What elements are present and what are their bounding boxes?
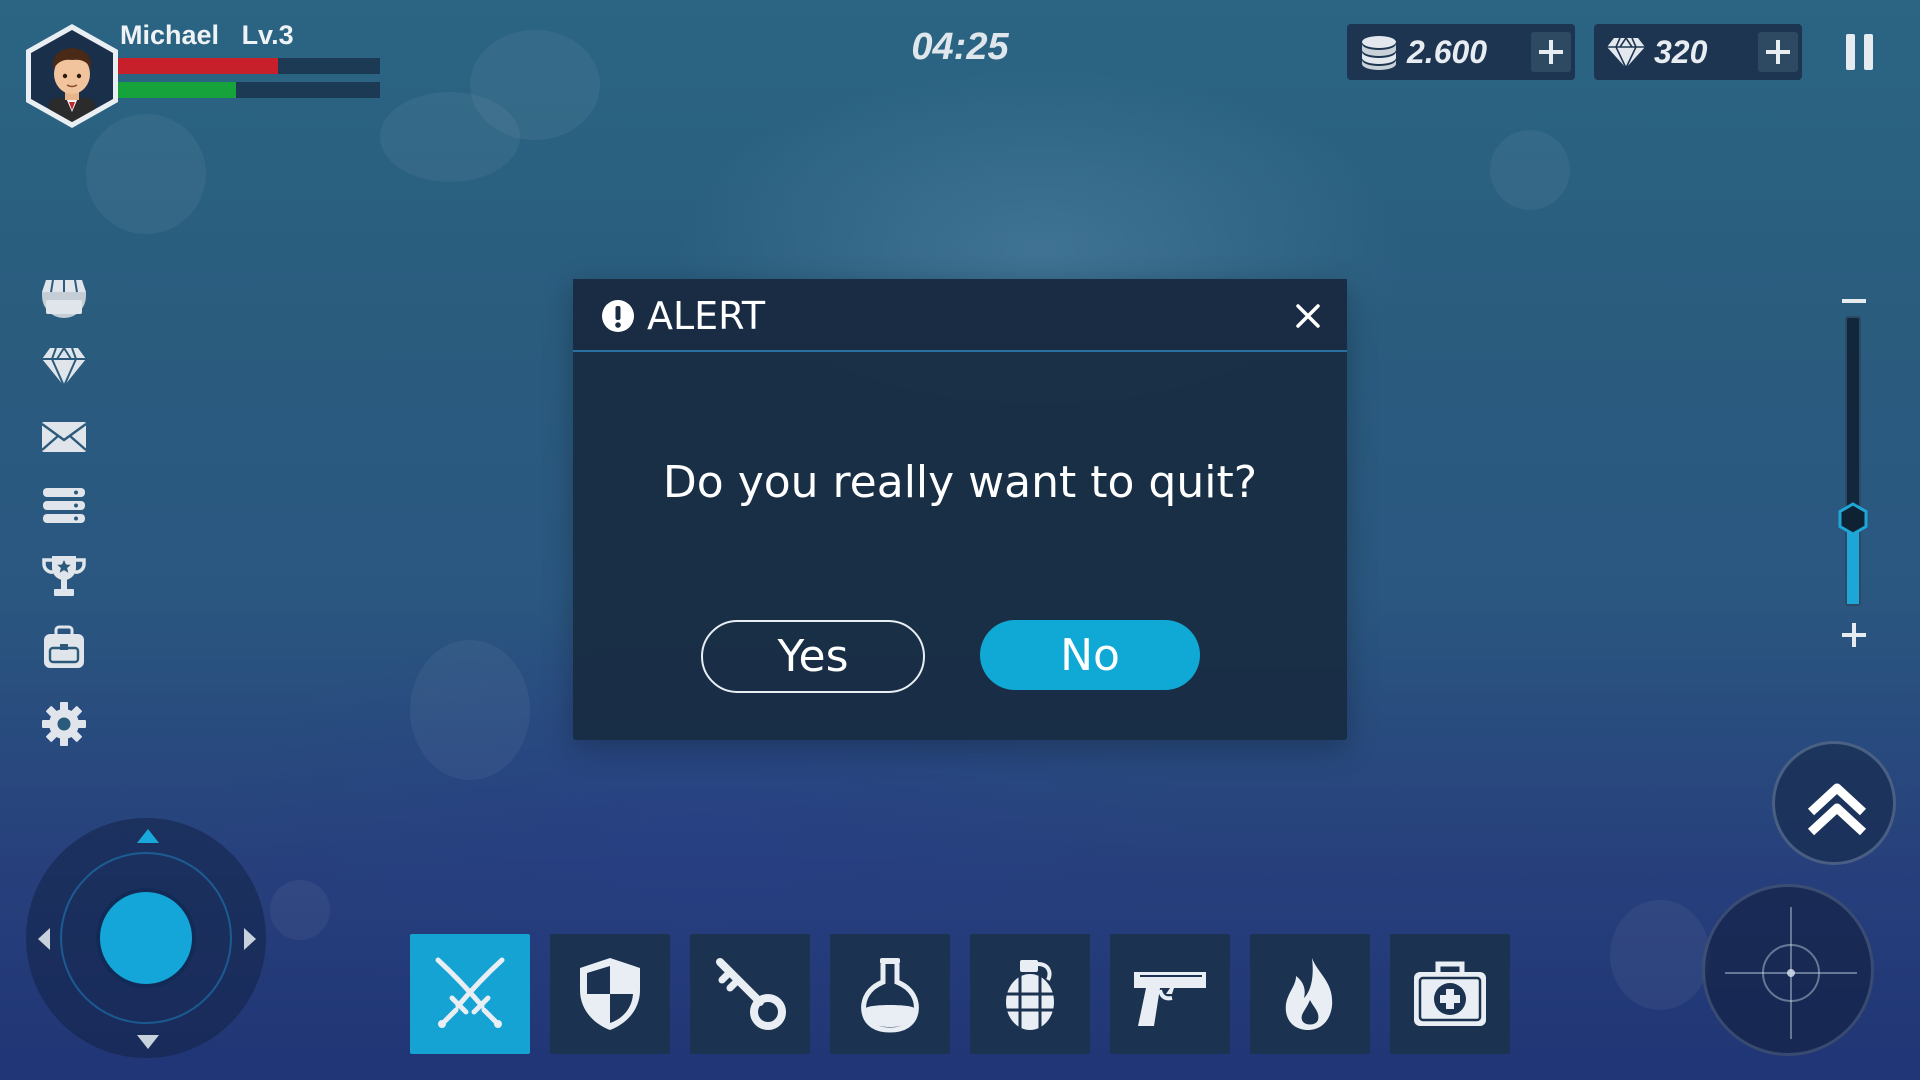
crossed-swords-icon <box>435 957 505 1028</box>
hotbar-slot-key[interactable] <box>690 934 810 1054</box>
pistol-icon <box>1134 972 1206 1026</box>
player-name-row: Michael Lv.3 <box>120 20 294 51</box>
joystick-knob[interactable] <box>100 892 192 984</box>
grenade-icon <box>1006 960 1054 1030</box>
hotbar-slot-shield[interactable] <box>550 934 670 1054</box>
zoom-slider-thumb[interactable] <box>1836 502 1870 536</box>
plus-icon <box>1539 40 1563 64</box>
jump-button[interactable] <box>1772 741 1896 865</box>
gems-counter: 320 <box>1594 24 1802 80</box>
trophy-button[interactable] <box>40 552 88 600</box>
dialog-title: ALERT <box>647 294 766 338</box>
hexagon-handle-icon <box>1838 502 1868 536</box>
diamond-icon <box>1607 37 1645 70</box>
backpack-icon <box>44 625 84 668</box>
key-icon <box>716 958 786 1030</box>
quit-alert-dialog: ALERT Do you really want to quit? Yes No <box>573 279 1347 740</box>
background-blob <box>270 880 330 940</box>
stamina-bar-fill <box>118 82 236 98</box>
mail-icon <box>41 422 87 452</box>
mail-button[interactable] <box>40 412 88 460</box>
arrow-right-icon <box>244 928 256 950</box>
arrow-left-icon <box>38 928 50 950</box>
player-name: Michael <box>120 20 220 50</box>
exclamation-icon <box>602 300 634 332</box>
pause-button[interactable] <box>1840 30 1880 74</box>
coins-counter: 2.600 <box>1347 24 1575 80</box>
hotbar-slot-grenade[interactable] <box>970 934 1090 1054</box>
zoom-slider-track[interactable] <box>1845 316 1861 606</box>
yes-button[interactable]: Yes <box>701 620 925 693</box>
pause-icon <box>1846 34 1855 70</box>
gear-icon <box>42 702 86 746</box>
arrow-up-icon <box>137 829 159 843</box>
coins-icon <box>1362 36 1396 70</box>
coins-value: 2.600 <box>1407 34 1488 70</box>
background-blob <box>86 114 206 234</box>
hotbar-slot-medkit[interactable] <box>1390 934 1510 1054</box>
gems-value: 320 <box>1654 34 1708 70</box>
hotbar-slot-potion[interactable] <box>830 934 950 1054</box>
add-coins-button[interactable] <box>1531 32 1571 72</box>
settings-button[interactable] <box>40 700 88 748</box>
arrow-down-icon <box>137 1035 159 1049</box>
zoom-out-button[interactable] <box>1841 288 1867 314</box>
hotbar-slot-fire[interactable] <box>1250 934 1370 1054</box>
close-icon <box>1296 304 1320 328</box>
double-chevron-up-icon <box>1807 783 1867 836</box>
hotbar-slot-swords[interactable] <box>410 934 530 1054</box>
list-button[interactable] <box>40 482 88 530</box>
shop-button[interactable] <box>40 272 88 320</box>
aim-button[interactable] <box>1702 884 1874 1056</box>
hotbar-slot-pistol[interactable] <box>1110 934 1230 1054</box>
close-button[interactable] <box>1293 301 1323 331</box>
health-bar-fill <box>118 58 278 74</box>
plus-icon <box>1842 623 1866 647</box>
fire-icon <box>1285 958 1333 1030</box>
list-icon <box>43 488 85 523</box>
background-blob <box>410 640 530 780</box>
crosshair-icon <box>1725 907 1857 1039</box>
stamina-bar <box>118 82 380 98</box>
backpack-button[interactable] <box>40 624 88 672</box>
background-blob <box>1610 900 1710 1010</box>
minus-icon <box>1842 299 1866 303</box>
shop-icon <box>42 279 86 318</box>
potion-flask-icon <box>861 958 919 1033</box>
pause-icon <box>1864 34 1873 70</box>
diamond-icon <box>42 347 86 389</box>
health-bar <box>118 58 380 74</box>
gems-shop-button[interactable] <box>40 342 88 390</box>
add-gems-button[interactable] <box>1758 32 1798 72</box>
zoom-in-button[interactable] <box>1841 622 1867 648</box>
no-button[interactable]: No <box>980 620 1200 690</box>
medkit-icon <box>1414 961 1486 1026</box>
player-level: Lv.3 <box>241 20 294 50</box>
dialog-header: ALERT <box>573 279 1347 352</box>
plus-icon <box>1766 40 1790 64</box>
dialog-message: Do you really want to quit? <box>662 457 1258 508</box>
trophy-icon <box>42 556 86 596</box>
background-blob <box>470 30 600 140</box>
match-timer: 04:25 <box>911 26 1009 68</box>
shield-icon <box>580 958 640 1030</box>
background-blob <box>1490 130 1570 210</box>
